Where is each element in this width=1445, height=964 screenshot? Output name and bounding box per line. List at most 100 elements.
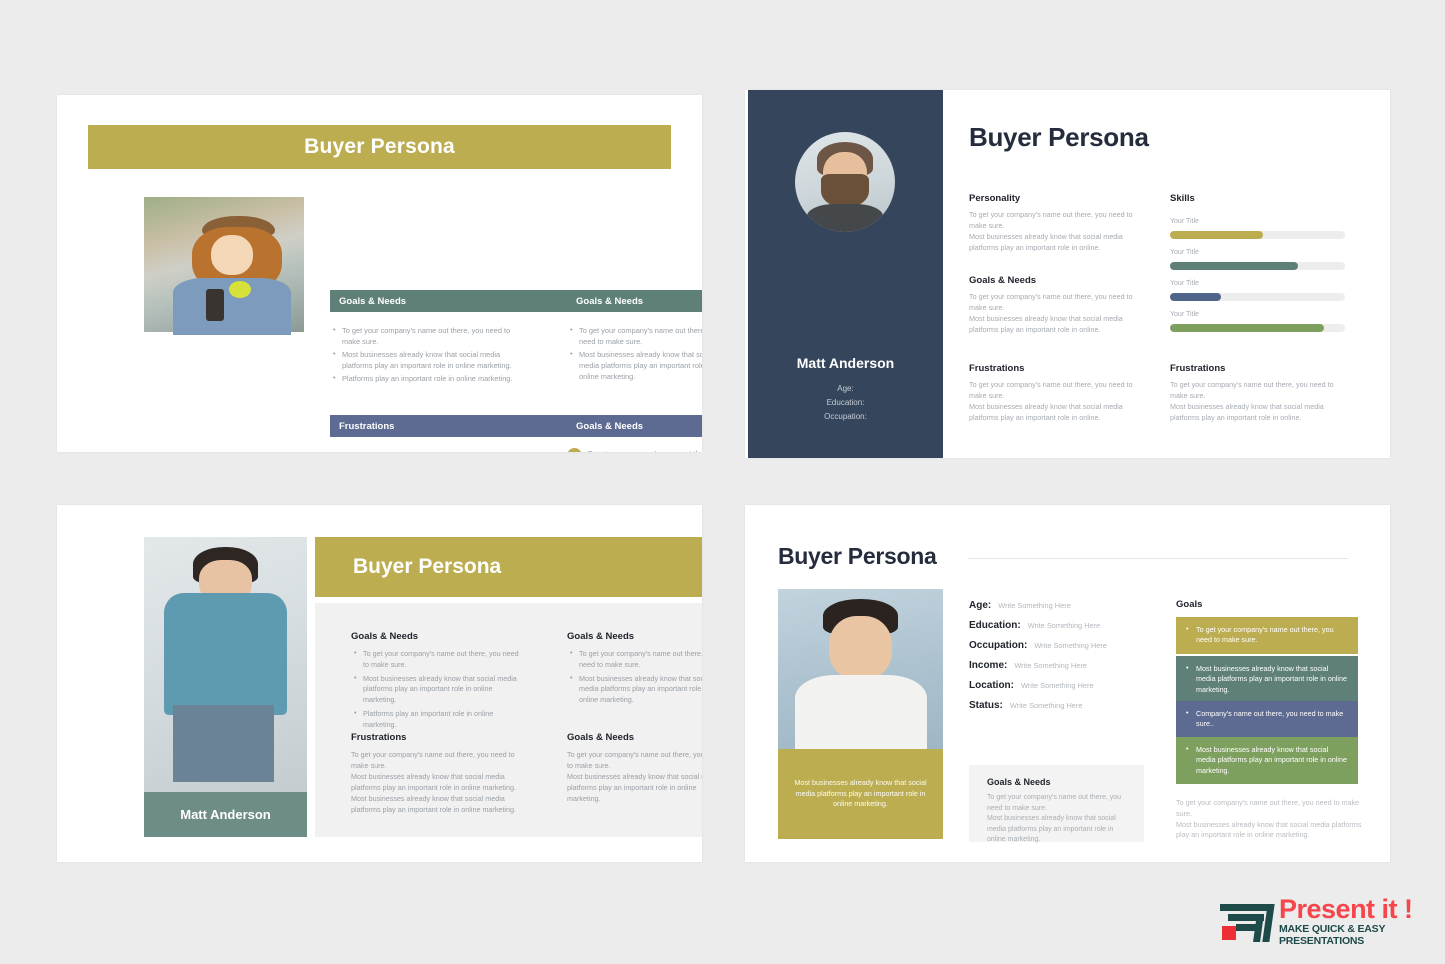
fact-row-occupation: Occupation: Write Something Here [969,640,1107,651]
slide1-persona-photo [144,197,304,332]
skill-fill-3 [1170,293,1221,301]
slide-3-buyer-persona[interactable]: Matt Anderson Buyer Persona Goals & Need… [57,505,702,862]
slide-2-buyer-persona[interactable]: Matt Anderson Age: Education: Occupation… [745,90,1390,458]
list-item: To get your company's name out there, yo… [570,325,702,347]
slide4-photo-caption: Most businesses already know that social… [778,749,943,839]
slide2-title: Buyer Persona [969,122,1149,153]
slide1-numbered-list: 1 To get your company's name out there, … [567,448,702,452]
fact-value[interactable]: Write Something Here [1028,621,1101,630]
white-shirt-shape [795,675,927,752]
goal-card-3[interactable]: Company's name out there, you need to ma… [1176,701,1358,738]
skill-track-2 [1170,262,1345,270]
list-item: To get your company's name out there, yo… [354,649,522,671]
fact-key: Occupation: [969,640,1027,651]
slide2-goals-heading: Goals & Needs [969,275,1036,286]
slide3-title: Buyer Persona [315,555,501,579]
slide1-goals-header-bottom: Goals & Needs [567,421,643,432]
slide2-persona-meta: Age: Education: Occupation: [748,382,943,424]
slide2-left-panel: Matt Anderson Age: Education: Occupation… [748,90,943,458]
slide4-goals-needs-box: Goals & Needs To get your company's name… [969,765,1144,842]
list-item: To get your company's name out there, yo… [333,325,528,347]
slide1-title: Buyer Persona [304,135,455,159]
jeans-shape [173,705,274,782]
skill-fill-2 [1170,262,1298,270]
logo-tagline: MAKE QUICK & EASY PRESENTATIONS [1279,923,1440,947]
slide3-title-bar: Buyer Persona [315,537,702,597]
fact-row-age: Age: Write Something Here [969,600,1071,611]
slide2-frustrations-text: To get your company's name out there, yo… [969,379,1144,424]
slide2-frustrations-right-text: To get your company's name out there, yo… [1170,379,1345,424]
slide3-name-bar: Matt Anderson [144,792,307,837]
slide1-frustrations-header-bar: Frustrations Goals & Needs [330,415,702,437]
slide1-title-bar: Buyer Persona [88,125,671,169]
slide2-personality-heading: Personality [969,193,1020,204]
skill-fill-4 [1170,324,1324,332]
list-item: Most businesses already know that social… [570,674,702,706]
slide4-photo-caption-text: Most businesses already know that social… [792,778,929,810]
fact-row-location: Location: Write Something Here [969,680,1094,691]
face-shape [211,235,253,276]
logo-red-square [1222,926,1236,940]
skill-fill-1 [1170,231,1263,239]
skill-track-3 [1170,293,1345,301]
fact-key: Location: [969,680,1014,691]
slide1-bullets-right: To get your company's name out there, yo… [570,325,702,385]
fact-row-status: Status: Write Something Here [969,700,1082,711]
fact-value[interactable]: Write Something Here [1010,701,1083,710]
fact-key: Income: [969,660,1007,671]
skill-track-4 [1170,324,1345,332]
slide4-goals-needs-text: To get your company's name out there, yo… [987,793,1130,846]
goal-card-1[interactable]: To get your company's name out there, yo… [1176,617,1358,654]
slide1-goals-header-right: Goals & Needs [567,296,643,307]
slide3-frustrations-text: To get your company's name out there, yo… [351,750,523,816]
fact-key: Age: [969,600,991,611]
slide3-bullets-left: To get your company's name out there, yo… [354,649,522,734]
skill-label-4: Your Title [1170,311,1199,318]
slide-deck-preview: Buyer Persona Matt Anderson Age: Educati… [0,0,1445,964]
fact-row-income: Income: Write Something Here [969,660,1087,671]
slide2-frustrations-right-heading: Frustrations [1170,363,1225,374]
fact-value[interactable]: Write Something Here [998,601,1071,610]
present-it-logo: Present it ! MAKE QUICK & EASY PRESENTAT… [1220,893,1440,951]
meta-occupation: Occupation: [748,410,943,424]
slide2-persona-name: Matt Anderson [748,355,943,371]
slide4-tail-text: To get your company's name out there, yo… [1176,798,1366,841]
slide1-goals-header-left: Goals & Needs [330,296,406,307]
fact-value[interactable]: Write Something Here [1014,661,1087,670]
goal-card-4[interactable]: Most businesses already know that social… [1176,737,1358,784]
slide2-goals-text: To get your company's name out there, yo… [969,291,1144,336]
slide4-goals-needs-heading: Goals & Needs [987,777,1051,787]
number-badge-1: 1 [567,448,582,452]
slide-1-buyer-persona[interactable]: Buyer Persona Matt Anderson Age: Educati… [57,95,702,452]
slide1-frustrations-text: To get your company's name out there, yo… [333,451,535,452]
coffee-cup-shape [206,289,224,321]
slide4-persona-photo [778,589,943,749]
slide3-goals-heading-left: Goals & Needs [351,631,418,642]
slide3-goals-heading-bottom: Goals & Needs [567,732,634,743]
list-item: Most businesses already know that social… [333,349,528,371]
slide3-persona-photo [144,537,307,792]
number-item-text: To get your company's name out there, yo… [588,448,702,452]
slide2-persona-avatar [795,132,895,232]
fact-value[interactable]: Write Something Here [1021,681,1094,690]
logo-wordmark: Present it ! MAKE QUICK & EASY PRESENTAT… [1279,897,1440,948]
skill-label-1: Your Title [1170,218,1199,225]
logo-bar-3 [1236,924,1256,931]
slide1-goals-header-bar-top: Goals & Needs Goals & Needs [330,290,702,312]
list-item: Most businesses already know that social… [570,349,702,382]
slide4-goals-heading: Goals [1176,599,1202,610]
goal-card-2[interactable]: Most businesses already know that social… [1176,656,1358,703]
logo-bar-1 [1220,904,1272,911]
list-item: To get your company's name out there, yo… [570,649,702,671]
fact-value[interactable]: Write Something Here [1034,641,1107,650]
list-item: Platforms play an important role in onli… [354,709,522,731]
slide2-skills-heading: Skills [1170,193,1195,204]
list-item: Most businesses already know that social… [354,674,522,706]
slide-4-buyer-persona[interactable]: Buyer Persona Most businesses already kn… [745,505,1390,862]
denim-jacket-shape [164,593,288,715]
slide4-title: Buyer Persona [778,543,936,570]
slide3-goals-bottom-text: To get your company's name out there, yo… [567,750,702,805]
slide3-goals-heading-right: Goals & Needs [567,631,634,642]
slide2-frustrations-heading: Frustrations [969,363,1024,374]
slide3-persona-name: Matt Anderson [180,807,271,822]
